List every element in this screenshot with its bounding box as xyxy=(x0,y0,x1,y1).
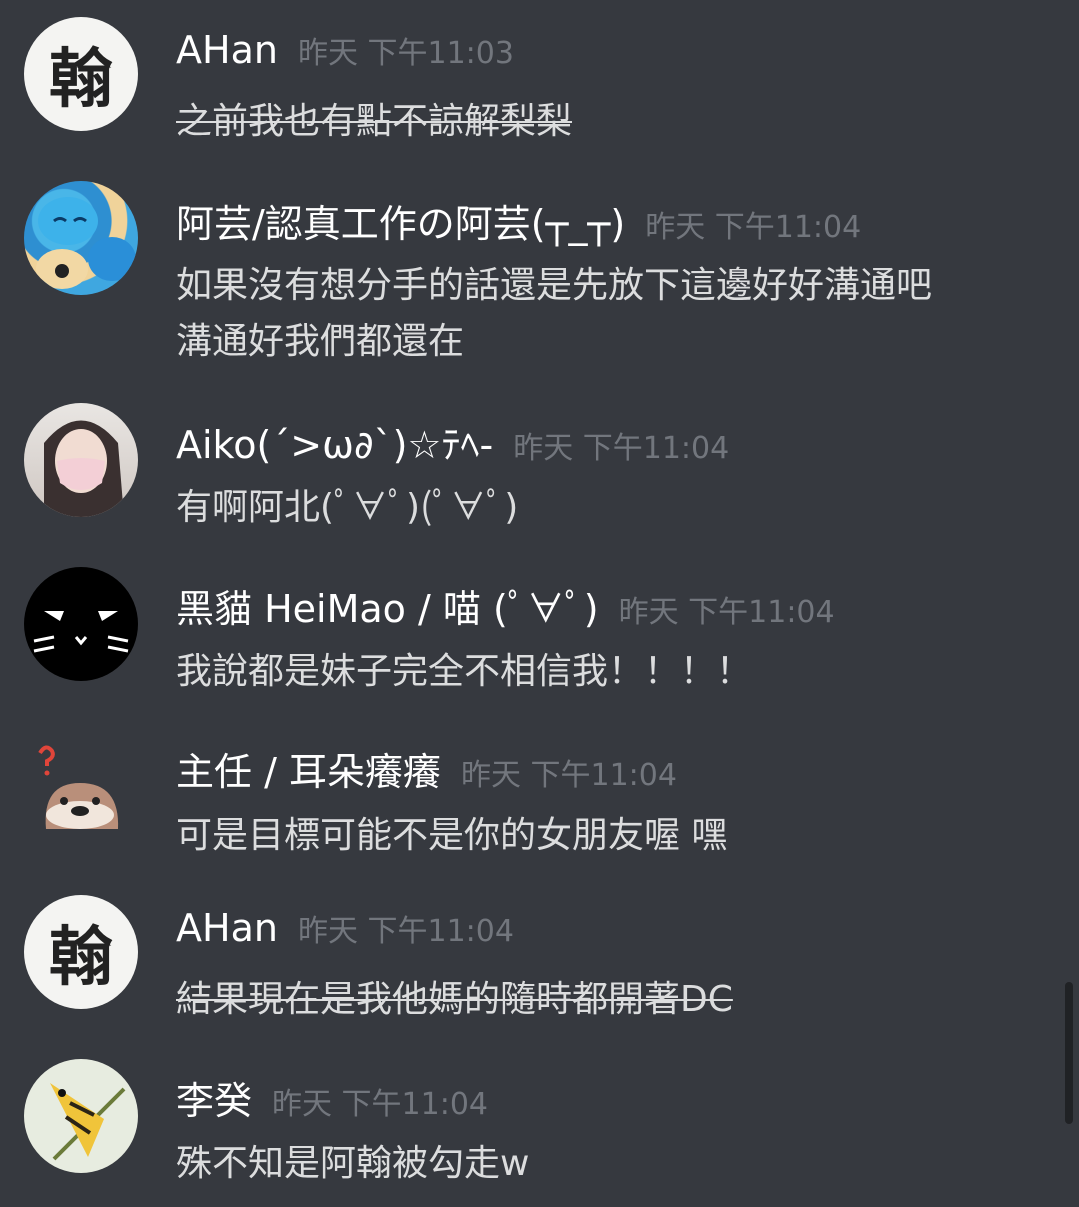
timestamp: 昨天 下午11:03 xyxy=(297,36,514,71)
timestamp: 昨天 下午11:04 xyxy=(513,431,730,466)
message-text: 結果現在是我他媽的隨時都開著DC xyxy=(176,979,733,1020)
message-text: 如果沒有想分手的話還是先放下這邊好好溝通吧 xyxy=(176,265,933,306)
author-name[interactable]: 李癸 xyxy=(176,1070,252,1125)
author-name[interactable]: Aiko(´>ω∂`)☆ﾃﾍ- xyxy=(176,414,493,469)
avatar-glyph: 翰 xyxy=(49,42,113,117)
timestamp: 昨天 下午11:04 xyxy=(618,595,835,630)
avatar-image xyxy=(33,611,129,653)
avatar[interactable] xyxy=(24,731,138,845)
avatar[interactable]: 翰 xyxy=(24,895,138,1009)
avatar-image xyxy=(44,420,124,517)
message-text: 我說都是妹子完全不相信我！！！！ xyxy=(176,651,753,692)
timestamp: 昨天 下午11:04 xyxy=(272,1087,489,1122)
author-name[interactable]: 主任 / 耳朵癢癢 xyxy=(176,741,441,796)
author-name[interactable]: 阿芸/認真工作の阿芸(┬_┬) xyxy=(176,193,625,248)
avatar[interactable] xyxy=(24,181,138,295)
message-text: 溝通好我們都還在 xyxy=(176,321,465,362)
avatar[interactable] xyxy=(24,1059,138,1173)
avatar-image xyxy=(38,745,119,829)
avatar[interactable]: 翰 xyxy=(24,17,138,131)
message-text: 可是目標可能不是你的女朋友喔 嘿 xyxy=(176,815,728,856)
avatar[interactable] xyxy=(24,403,138,517)
avatar-image xyxy=(36,197,136,289)
timestamp: 昨天 下午11:04 xyxy=(297,914,514,949)
scrollbar[interactable] xyxy=(1065,982,1073,1124)
timestamp: 昨天 下午11:04 xyxy=(460,758,677,793)
avatar[interactable] xyxy=(24,567,138,681)
author-name[interactable]: AHan xyxy=(176,28,278,72)
message-text: 殊不知是阿翰被勾走w xyxy=(176,1143,530,1184)
author-name[interactable]: 黑貓 HeiMao / 喵 (ﾟ∀ﾟ) xyxy=(176,578,599,633)
message-text: 之前我也有點不諒解梨梨 xyxy=(176,101,573,142)
avatar-image xyxy=(50,1083,126,1161)
message-text: 有啊阿北(ﾟ∀ﾟ)(ﾟ∀ﾟ) xyxy=(176,487,519,528)
avatar-glyph: 翰 xyxy=(49,920,113,995)
timestamp: 昨天 下午11:04 xyxy=(645,210,862,245)
author-name[interactable]: AHan xyxy=(176,906,278,950)
